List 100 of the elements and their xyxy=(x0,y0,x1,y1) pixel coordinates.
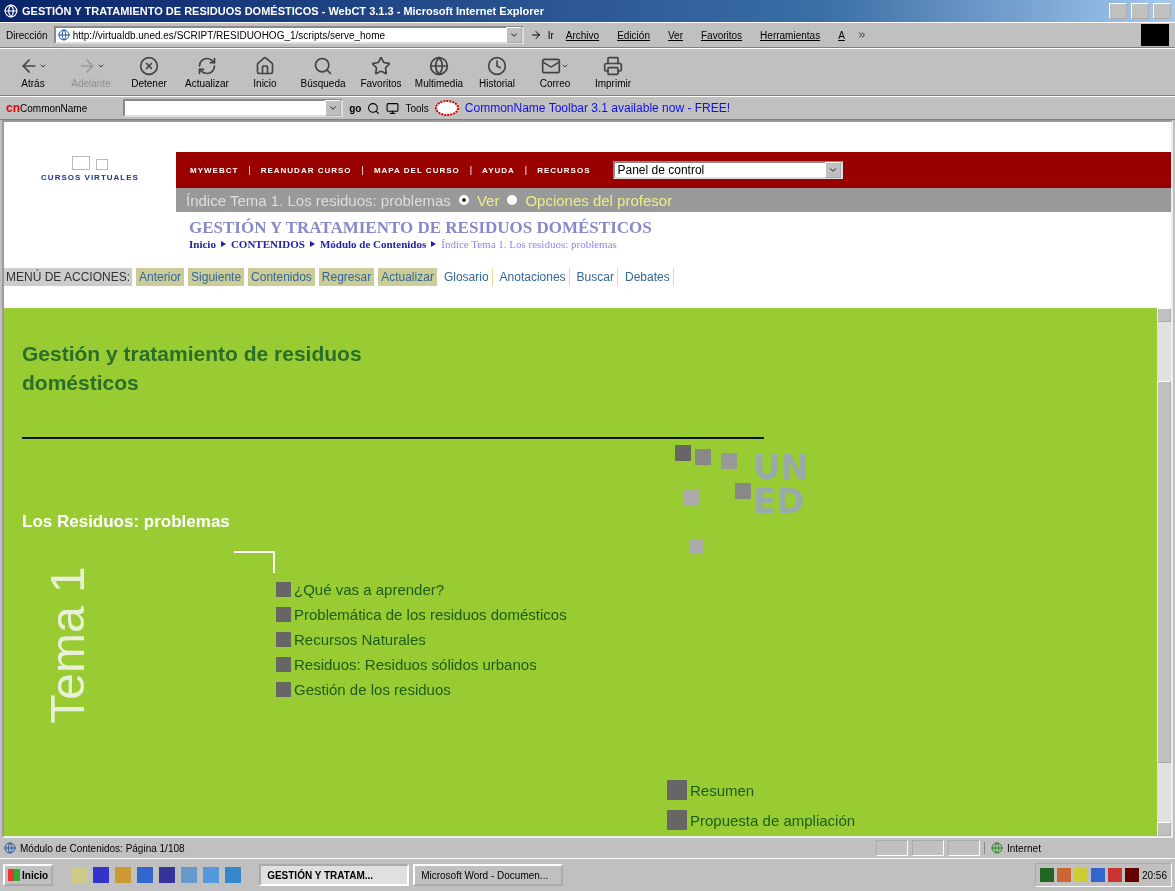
radio-button[interactable] xyxy=(458,195,469,205)
search-icon[interactable] xyxy=(367,101,381,115)
topic-link[interactable]: Gestión de los residuos xyxy=(276,681,567,698)
action-button[interactable]: Siguiente xyxy=(188,268,245,286)
dropdown-button[interactable] xyxy=(505,27,522,43)
action-button[interactable]: Regresar xyxy=(318,268,375,286)
toolbar-button[interactable]: Inicio xyxy=(238,55,292,89)
quick-launch-icon[interactable] xyxy=(93,867,110,883)
courses-logo: CURSOS VIRTUALES xyxy=(4,152,176,212)
toolbar-button[interactable]: Atrás xyxy=(6,55,60,89)
caret-icon xyxy=(508,30,519,40)
tray-icon[interactable] xyxy=(1090,868,1105,882)
topic-link[interactable]: ¿Qué vas a aprender? xyxy=(276,581,567,598)
zone-text: Internet xyxy=(1007,842,1041,854)
action-link[interactable]: Anotaciones xyxy=(496,268,570,286)
content-heading: Gestión y tratamiento de residuos domésticos xyxy=(22,341,363,396)
toolbar-button[interactable]: Imprimir xyxy=(586,55,640,89)
clock-icon xyxy=(487,55,507,76)
promo-link[interactable]: CommonName Toolbar 3.1 available now - FREE! xyxy=(464,101,731,115)
go-button[interactable]: Ir xyxy=(547,29,554,41)
star-icon xyxy=(371,55,391,76)
chevron-icon[interactable] xyxy=(856,30,867,40)
address-field[interactable]: http://virtualdb.uned.es/SCRIPT/RESIDUOHOG_1/scripts/serve_home xyxy=(53,26,524,44)
topic-link[interactable]: Problemática de los residuos domésticos xyxy=(276,606,567,623)
topic-link[interactable]: Recursos Naturales xyxy=(276,631,567,648)
nav-link[interactable]: REANUDAR CURSO xyxy=(260,165,352,175)
topic-link[interactable]: Residuos: Residuos sólidos urbanos xyxy=(276,656,567,673)
status-pane xyxy=(912,840,944,856)
status-pane xyxy=(948,840,980,856)
page-title: Índice Tema 1. Los residuos: problemas xyxy=(186,191,451,209)
caret-icon xyxy=(827,165,838,175)
nav-link[interactable]: AYUDA xyxy=(482,165,515,175)
search-icon xyxy=(313,55,333,76)
quick-launch-icon[interactable] xyxy=(159,867,176,883)
toolbar-button[interactable]: Actualizar xyxy=(180,55,234,89)
page-icon xyxy=(4,842,16,854)
search-field[interactable] xyxy=(123,99,344,117)
caret-icon xyxy=(328,103,339,113)
tray-icon[interactable] xyxy=(1039,868,1054,882)
action-button[interactable]: Actualizar xyxy=(378,268,437,286)
breadcrumb-link[interactable]: Módulo de Contenidos xyxy=(319,238,427,250)
start-button[interactable]: Inicio xyxy=(3,864,54,886)
menu-item[interactable]: Herramientas xyxy=(754,29,827,41)
status-pane xyxy=(876,840,908,856)
nav-separator: | xyxy=(469,165,473,175)
breadcrumb-link[interactable]: CONTENIDOS xyxy=(230,238,305,250)
nav-separator: | xyxy=(248,165,251,175)
toolbar-button[interactable]: Multimedia xyxy=(412,55,466,89)
action-link[interactable]: Buscar xyxy=(573,268,618,286)
menu-item[interactable]: A xyxy=(832,29,851,41)
tray-icon[interactable] xyxy=(1124,868,1139,882)
monitor-icon[interactable] xyxy=(386,101,400,115)
panel-select[interactable]: Panel de control xyxy=(612,161,843,179)
menu-item[interactable]: Ver xyxy=(661,29,689,41)
close-button[interactable] xyxy=(1153,3,1171,19)
toolbar-button[interactable]: Búsqueda xyxy=(296,55,350,89)
toolbar-button[interactable]: Historial xyxy=(470,55,524,89)
action-link[interactable]: Debates xyxy=(621,268,674,286)
uned-logo-drawing: UN ED xyxy=(674,445,815,555)
radio-button[interactable] xyxy=(507,195,518,205)
restore-button[interactable] xyxy=(1131,3,1149,19)
action-button[interactable]: Contenidos xyxy=(248,268,315,286)
go-button[interactable]: go xyxy=(349,102,362,114)
dropdown-button[interactable] xyxy=(325,100,342,116)
nav-link[interactable]: MYWEBCT xyxy=(190,165,239,175)
nav-separator: | xyxy=(524,165,528,175)
breadcrumb-link[interactable]: Inicio xyxy=(189,238,216,250)
nav-separator: | xyxy=(361,165,364,175)
refresh-icon xyxy=(197,55,217,76)
toolbar-button[interactable]: Detener xyxy=(122,55,176,89)
nav-link[interactable]: MAPA DEL CURSO xyxy=(373,165,460,175)
scrollbar[interactable] xyxy=(1157,308,1171,836)
taskbar-button[interactable]: Microsoft Word - Documen... xyxy=(413,864,564,886)
toolbar-button[interactable]: Correo xyxy=(528,55,582,89)
toolbar-button[interactable]: Favoritos xyxy=(354,55,408,89)
action-link[interactable]: Glosario xyxy=(440,268,493,286)
clock: 20:56 xyxy=(1141,869,1167,881)
stop-icon xyxy=(139,55,159,76)
action-button[interactable]: Anterior xyxy=(136,268,185,286)
nav-link[interactable]: RECURSOS xyxy=(537,165,591,175)
taskbar-button[interactable]: GESTIÓN Y TRATAM... xyxy=(259,864,410,886)
minimize-button[interactable] xyxy=(1109,3,1127,19)
course-title: GESTIÓN Y TRATAMIENTO DE RESIDUOS DOMÉSTICOS xyxy=(189,218,653,238)
actions-label: MENÚ DE ACCIONES: xyxy=(4,268,133,286)
extra-link[interactable]: Resumen xyxy=(667,780,1157,800)
menu-item[interactable]: Favoritos xyxy=(695,29,749,41)
house-icon xyxy=(255,55,275,76)
quick-launch-icon[interactable] xyxy=(137,867,154,883)
topic-number: Tema 1 xyxy=(39,566,95,724)
arrow-right-icon[interactable] xyxy=(529,29,542,41)
extra-link[interactable]: Propuesta de ampliación xyxy=(667,810,1157,830)
triangle-icon xyxy=(431,241,437,247)
section-title: Los Residuos: problemas xyxy=(22,512,230,532)
tools-button[interactable]: Tools xyxy=(405,102,429,114)
menu-item[interactable]: Archivo xyxy=(559,29,606,41)
dropdown-button[interactable] xyxy=(824,162,841,178)
menu-item[interactable]: Edición xyxy=(611,29,656,41)
globe-icon xyxy=(429,55,449,76)
browser-icon xyxy=(4,4,18,18)
triangle-icon xyxy=(309,241,315,247)
